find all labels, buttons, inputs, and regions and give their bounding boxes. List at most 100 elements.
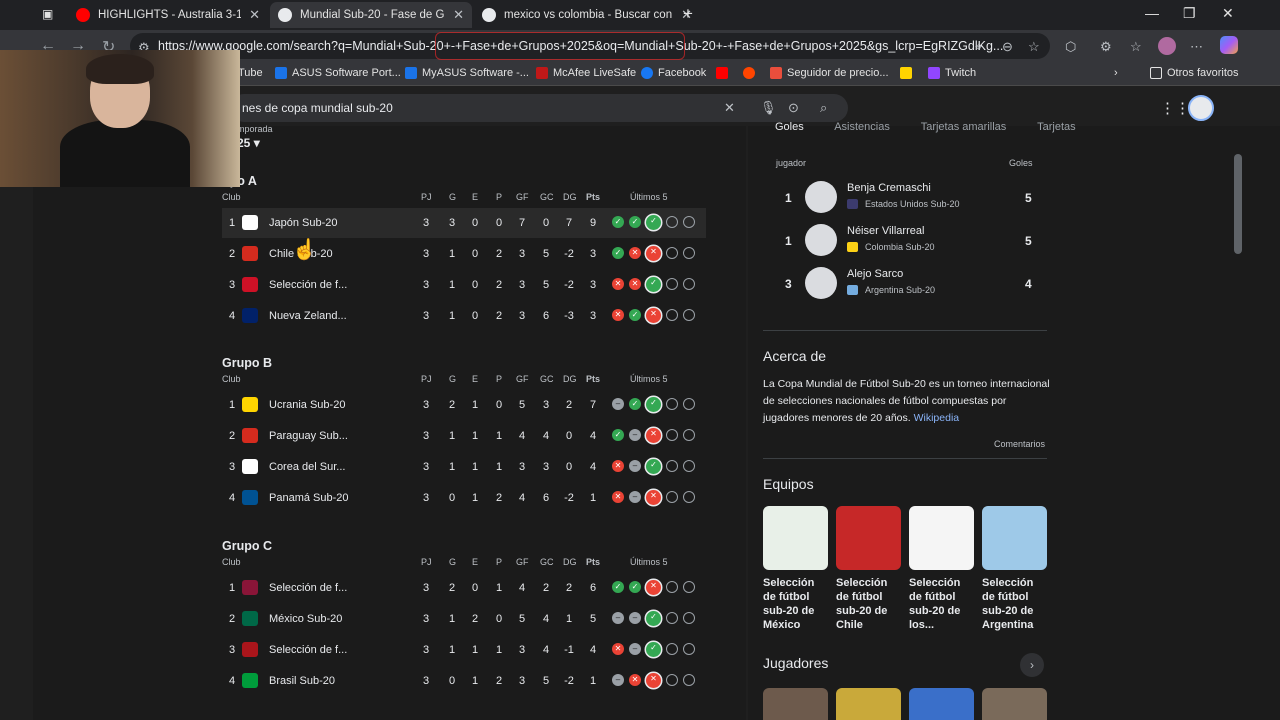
team-name[interactable]: Selección de f... — [269, 644, 347, 656]
win-icon[interactable]: ✓ — [646, 641, 661, 657]
pending-match-icon[interactable] — [683, 460, 695, 472]
pending-match-icon[interactable] — [666, 643, 678, 655]
pending-match-icon[interactable] — [683, 612, 695, 624]
bookmark-youtube-2[interactable] — [716, 67, 733, 79]
bookmark-price-tracker[interactable]: Seguidor de precio... — [770, 67, 889, 79]
bookmark-mcafee[interactable]: McAfee LiveSafe — [536, 67, 636, 79]
close-tab-icon[interactable]: ✕ — [453, 7, 464, 23]
comments-link[interactable]: Comentarios — [994, 439, 1045, 449]
win-icon[interactable]: ✓ — [612, 581, 624, 593]
pending-match-icon[interactable] — [666, 216, 678, 228]
loss-icon[interactable]: ✕ — [646, 672, 661, 688]
tab-actions-icon[interactable]: ▣ — [42, 7, 53, 21]
loss-icon[interactable]: ✕ — [629, 247, 641, 259]
account-avatar[interactable] — [1188, 95, 1214, 121]
pending-match-icon[interactable] — [683, 581, 695, 593]
maximize-icon[interactable]: ❐ — [1183, 5, 1196, 22]
loss-icon[interactable]: ✕ — [612, 309, 624, 321]
tab-highlights[interactable]: HIGHLIGHTS - Australia 3-1 Cuba ✕ — [68, 2, 268, 28]
loss-icon[interactable]: ✕ — [629, 674, 641, 686]
bookmark-reddit[interactable] — [743, 67, 760, 79]
pending-match-icon[interactable] — [683, 247, 695, 259]
player-thumbnail[interactable] — [909, 688, 974, 720]
team-name[interactable]: Selección de f... — [269, 582, 347, 594]
pending-match-icon[interactable] — [666, 581, 678, 593]
settings-icon[interactable]: ⚙ — [1100, 39, 1112, 55]
location-icon[interactable]: ⌖ — [975, 39, 982, 55]
loss-icon[interactable]: ✕ — [646, 245, 661, 261]
team-name[interactable]: Japón Sub-20 — [269, 217, 338, 229]
win-icon[interactable]: ✓ — [612, 247, 624, 259]
players-next-button[interactable]: › — [1020, 653, 1044, 677]
minimize-icon[interactable]: — — [1145, 5, 1159, 21]
team-card[interactable]: Selección de fútbol sub-20 de Chile — [836, 506, 901, 632]
tab-yellow-cards[interactable]: Tarjetas amarillas — [921, 121, 1007, 133]
win-icon[interactable]: ✓ — [646, 214, 661, 230]
close-tab-icon[interactable]: ✕ — [249, 7, 260, 23]
bookmark-youtube[interactable]: Tube — [238, 67, 263, 79]
team-name[interactable]: Brasil Sub-20 — [269, 675, 335, 687]
tab-assists[interactable]: Asistencias — [834, 121, 890, 133]
pending-match-icon[interactable] — [683, 398, 695, 410]
star-icon[interactable]: ☆ — [1028, 39, 1040, 55]
team-name[interactable]: Corea del Sur... — [269, 461, 345, 473]
pending-match-icon[interactable] — [666, 674, 678, 686]
new-tab-button[interactable]: + — [683, 4, 693, 24]
bookmark-asus[interactable]: ASUS Software Port... — [275, 67, 401, 79]
more-menu-icon[interactable]: ⋯ — [1190, 39, 1203, 55]
table-row[interactable]: 1 Japón Sub-20 3 3 0 0 7 0 7 9 ✓ ✓ ✓ — [222, 208, 706, 238]
draw-icon[interactable]: – — [612, 398, 624, 410]
player-thumbnail[interactable] — [763, 688, 828, 720]
win-icon[interactable]: ✓ — [646, 458, 661, 474]
scorer-row[interactable]: 3 Alejo Sarco Argentina Sub-20 4 — [775, 267, 1047, 307]
scorer-name[interactable]: Benja Cremaschi — [847, 182, 931, 194]
draw-icon[interactable]: – — [629, 612, 641, 624]
tab-goals[interactable]: Goles — [775, 121, 804, 133]
team-card[interactable]: Selección de fútbol sub-20 de los... — [909, 506, 974, 632]
tab-cards[interactable]: Tarjetas — [1037, 121, 1076, 133]
search-icon[interactable]: ⌕ — [820, 100, 827, 116]
pending-match-icon[interactable] — [683, 674, 695, 686]
table-row[interactable]: 2 Paraguay Sub... 3 1 1 1 4 4 0 4 ✓ – ✕ — [222, 421, 706, 451]
table-row[interactable]: 4 Panamá Sub-20 3 0 1 2 4 6 -2 1 ✕ – ✕ — [222, 483, 706, 513]
pending-match-icon[interactable] — [666, 309, 678, 321]
search-input[interactable]: nes de copa mundial sub-20 ✕ 🎙 ⊙ ⌕ — [230, 94, 848, 122]
extensions-icon[interactable]: ⬡ — [1065, 39, 1076, 55]
draw-icon[interactable]: – — [629, 429, 641, 441]
other-bookmarks[interactable]: Otros favoritos — [1150, 67, 1239, 79]
bookmark-myasus[interactable]: MyASUS Software -... — [405, 67, 529, 79]
loss-icon[interactable]: ✕ — [612, 491, 624, 503]
wikipedia-link[interactable]: Wikipedia — [914, 412, 960, 424]
scorer-row[interactable]: 1 Benja Cremaschi Estados Unidos Sub-20 5 — [775, 181, 1047, 221]
team-card[interactable]: Selección de fútbol sub-20 de Argentina — [982, 506, 1047, 632]
win-icon[interactable]: ✓ — [646, 396, 661, 412]
loss-icon[interactable]: ✕ — [646, 427, 661, 443]
team-name[interactable]: Ucrania Sub-20 — [269, 399, 345, 411]
pending-match-icon[interactable] — [666, 398, 678, 410]
loss-icon[interactable]: ✕ — [612, 643, 624, 655]
win-icon[interactable]: ✓ — [612, 216, 624, 228]
win-icon[interactable]: ✓ — [629, 216, 641, 228]
table-row[interactable]: 2 México Sub-20 3 1 2 0 5 4 1 5– – ✓ — [222, 604, 706, 634]
mic-icon[interactable]: 🎙 — [760, 100, 777, 116]
draw-icon[interactable]: – — [629, 643, 641, 655]
clear-icon[interactable]: ✕ — [724, 100, 735, 116]
team-name[interactable]: Panamá Sub-20 — [269, 492, 349, 504]
win-icon[interactable]: ✓ — [629, 581, 641, 593]
pending-match-icon[interactable] — [683, 643, 695, 655]
table-row[interactable]: 1 Ucrania Sub-20 3 2 1 0 5 3 2 7– ✓ ✓ — [222, 390, 706, 420]
table-row[interactable]: 3 Corea del Sur... 3 1 1 1 3 3 0 4 ✕ – ✓ — [222, 452, 706, 482]
pending-match-icon[interactable] — [666, 460, 678, 472]
win-icon[interactable]: ✓ — [646, 276, 661, 292]
draw-icon[interactable]: – — [612, 612, 624, 624]
table-row[interactable]: 1 Selección de f... 3 2 0 1 4 2 2 6 ✓ ✓ ✕ — [222, 573, 706, 603]
table-row[interactable]: 3 Selección de f... 3 1 1 1 3 4 -1 4 ✕ – ✓ — [222, 635, 706, 665]
win-icon[interactable]: ✓ — [629, 309, 641, 321]
scorer-name[interactable]: Néiser Villarreal — [847, 225, 924, 237]
pending-match-icon[interactable] — [683, 429, 695, 441]
team-name[interactable]: Selección de f... — [269, 279, 347, 291]
player-thumbnail[interactable] — [836, 688, 901, 720]
draw-icon[interactable]: – — [612, 674, 624, 686]
win-icon[interactable]: ✓ — [629, 398, 641, 410]
bookmark-twitch[interactable]: Twitch — [928, 67, 976, 79]
